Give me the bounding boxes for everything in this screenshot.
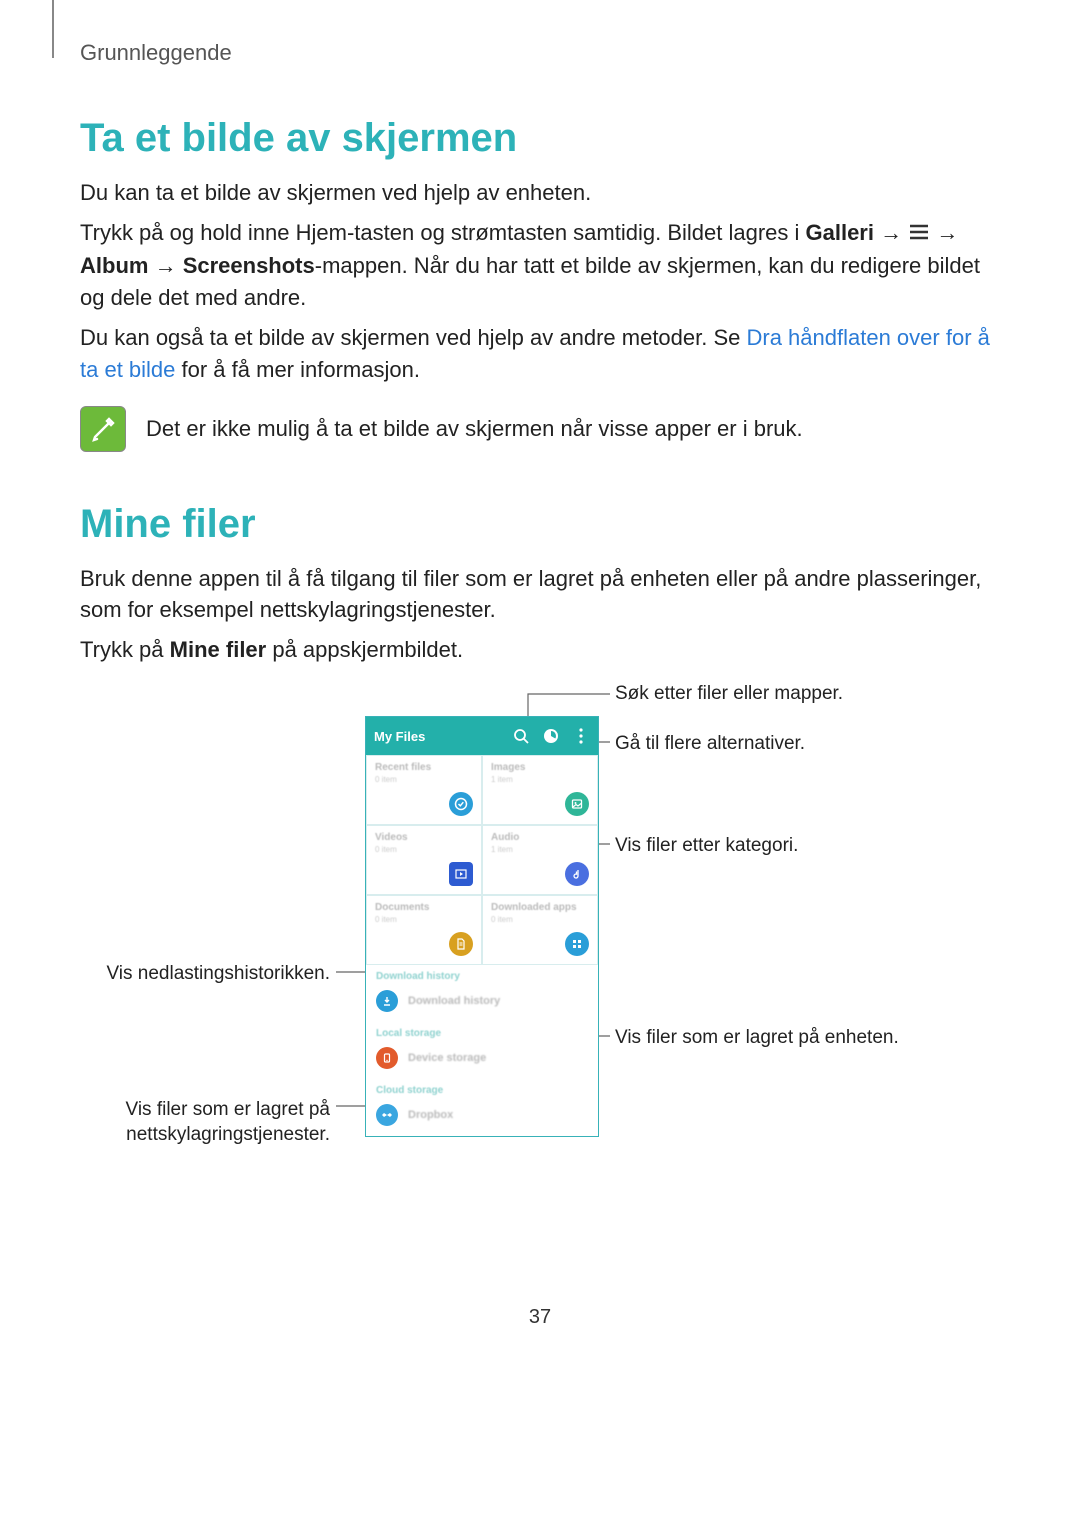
section-download-history: Download history (366, 965, 598, 984)
phone-header: My Files (366, 717, 598, 755)
section-cloud-storage: Cloud storage (366, 1079, 598, 1098)
tile-documents[interactable]: Documents 0 item (366, 895, 482, 965)
tile-sub: 0 item (375, 845, 475, 854)
text-minefiler: Mine filer (170, 637, 267, 662)
tile-sub: 0 item (375, 915, 475, 924)
tile-label: Documents (375, 902, 475, 913)
text-screenshots: Screenshots (183, 253, 315, 278)
device-icon (376, 1047, 398, 1069)
download-icon (376, 990, 398, 1012)
row-label: Download history (408, 995, 500, 1007)
tile-label: Recent files (375, 762, 475, 773)
row-label: Dropbox (408, 1109, 453, 1121)
arrow: → (148, 253, 182, 278)
search-icon[interactable] (512, 727, 530, 745)
phone-title: My Files (374, 729, 425, 744)
text: for å få mer informasjon. (175, 357, 420, 382)
tile-label: Images (491, 762, 591, 773)
phone-mock: My Files Recent files 0 item (365, 716, 599, 1137)
tile-sub: 0 item (375, 775, 475, 784)
arrow: → (930, 220, 958, 245)
section-local-storage: Local storage (366, 1022, 598, 1041)
apps-icon (565, 932, 589, 956)
tile-videos[interactable]: Videos 0 item (366, 825, 482, 895)
tile-sub: 1 item (491, 775, 591, 784)
note-text: Det er ikke mulig å ta et bilde av skjer… (146, 413, 803, 445)
p-screenshot-intro: Du kan ta et bilde av skjermen ved hjelp… (80, 177, 1000, 209)
text-album: Album (80, 253, 148, 278)
video-icon (449, 862, 473, 886)
tile-sub: 1 item (491, 845, 591, 854)
more-icon[interactable] (572, 727, 590, 745)
row-device-storage[interactable]: Device storage (366, 1041, 598, 1079)
p-screenshot-howto: Trykk på og hold inne Hjem-tasten og str… (80, 217, 1000, 314)
row-label: Device storage (408, 1052, 486, 1064)
arrow: → (874, 220, 908, 245)
tile-sub: 0 item (491, 915, 591, 924)
tile-label: Videos (375, 832, 475, 843)
tile-downloaded-apps[interactable]: Downloaded apps 0 item (482, 895, 598, 965)
text: Trykk på og hold inne Hjem-tasten og str… (80, 220, 806, 245)
hamburger-icon (908, 218, 930, 250)
recent-icon (449, 792, 473, 816)
p-myfiles-intro: Bruk denne appen til å få tilgang til fi… (80, 563, 1000, 627)
diagram: Søk etter filer eller mapper. Gå til fle… (80, 686, 1000, 1186)
heading-screenshot: Ta et bilde av skjermen (80, 116, 1000, 161)
tile-recent[interactable]: Recent files 0 item (366, 755, 482, 825)
storage-icon[interactable] (542, 727, 560, 745)
row-download-history[interactable]: Download history (366, 984, 598, 1022)
row-dropbox[interactable]: Dropbox (366, 1098, 598, 1136)
text-galleri: Galleri (806, 220, 874, 245)
tile-label: Downloaded apps (491, 902, 591, 913)
text: på appskjermbildet. (266, 637, 463, 662)
text: Trykk på (80, 637, 170, 662)
breadcrumb: Grunnleggende (80, 40, 1000, 66)
image-icon (565, 792, 589, 816)
dropbox-icon (376, 1104, 398, 1126)
document-icon (449, 932, 473, 956)
note-icon (80, 406, 126, 452)
p-myfiles-launch: Trykk på Mine filer på appskjermbildet. (80, 634, 1000, 666)
page-number: 37 (80, 1306, 1000, 1329)
tile-audio[interactable]: Audio 1 item (482, 825, 598, 895)
tile-images[interactable]: Images 1 item (482, 755, 598, 825)
heading-myfiles: Mine filer (80, 502, 1000, 547)
music-icon (565, 862, 589, 886)
p-screenshot-alt: Du kan også ta et bilde av skjermen ved … (80, 322, 1000, 386)
edge-rule (52, 0, 54, 58)
text: Du kan også ta et bilde av skjermen ved … (80, 325, 747, 350)
category-grid: Recent files 0 item Images 1 item Videos… (366, 755, 598, 965)
tile-label: Audio (491, 832, 591, 843)
note-row: Det er ikke mulig å ta et bilde av skjer… (80, 406, 1000, 452)
